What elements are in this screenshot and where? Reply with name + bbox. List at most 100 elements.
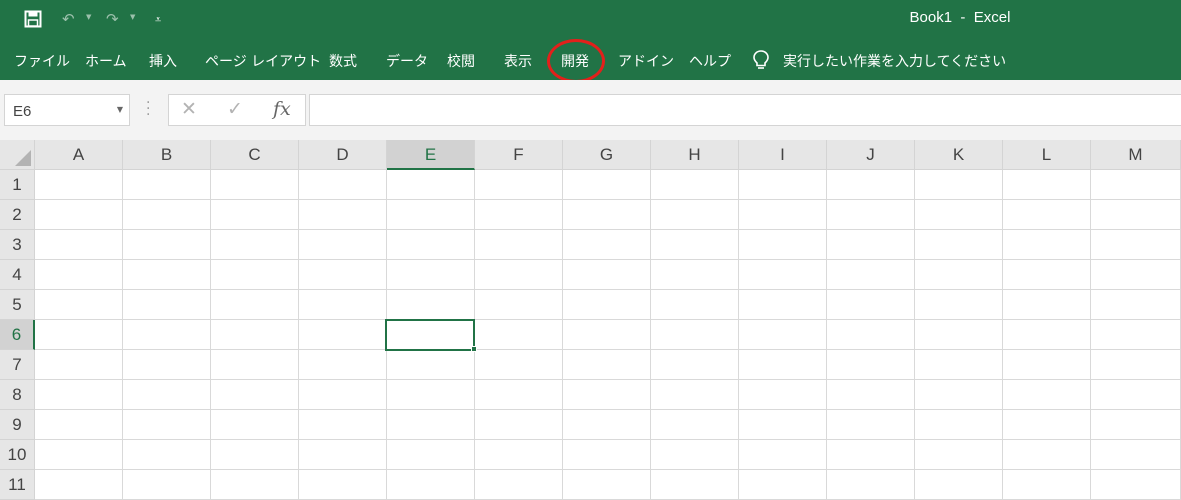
cell-l5[interactable] — [1003, 290, 1091, 320]
cell-b10[interactable] — [123, 440, 211, 470]
cell-j7[interactable] — [827, 350, 915, 380]
redo-icon[interactable]: ↷ — [106, 8, 119, 30]
cell-l11[interactable] — [1003, 470, 1091, 500]
cell-e9[interactable] — [387, 410, 475, 440]
cell-a2[interactable] — [35, 200, 123, 230]
cell-m4[interactable] — [1091, 260, 1181, 290]
tell-me-box[interactable]: 実行したい作業を入力してください — [783, 51, 1006, 71]
row-header-9[interactable]: 9 — [0, 410, 35, 440]
cell-h8[interactable] — [651, 380, 739, 410]
cell-b1[interactable] — [123, 170, 211, 200]
formula-input[interactable] — [309, 94, 1181, 126]
cell-e5[interactable] — [387, 290, 475, 320]
cell-h6[interactable] — [651, 320, 739, 350]
cell-b6[interactable] — [123, 320, 211, 350]
cell-e3[interactable] — [387, 230, 475, 260]
cell-a8[interactable] — [35, 380, 123, 410]
cell-h1[interactable] — [651, 170, 739, 200]
cell-g4[interactable] — [563, 260, 651, 290]
cell-k7[interactable] — [915, 350, 1003, 380]
cell-l10[interactable] — [1003, 440, 1091, 470]
cell-a4[interactable] — [35, 260, 123, 290]
cell-m2[interactable] — [1091, 200, 1181, 230]
cell-m1[interactable] — [1091, 170, 1181, 200]
cell-e4[interactable] — [387, 260, 475, 290]
cell-c1[interactable] — [211, 170, 299, 200]
enter-icon[interactable]: ✓ — [227, 98, 243, 120]
cell-f5[interactable] — [475, 290, 563, 320]
column-header-l[interactable]: L — [1003, 140, 1091, 170]
select-all-button[interactable] — [0, 140, 35, 170]
tab-insert[interactable]: 挿入 — [149, 51, 177, 71]
row-header-11[interactable]: 11 — [0, 470, 35, 500]
cell-a3[interactable] — [35, 230, 123, 260]
cell-d11[interactable] — [299, 470, 387, 500]
cell-j1[interactable] — [827, 170, 915, 200]
name-box[interactable]: E6 ▼ — [4, 94, 130, 126]
column-header-j[interactable]: J — [827, 140, 915, 170]
row-header-1[interactable]: 1 — [0, 170, 35, 200]
tab-page-layout[interactable]: ページ レイアウト — [205, 51, 321, 71]
column-header-b[interactable]: B — [123, 140, 211, 170]
active-cell-border[interactable] — [385, 319, 475, 351]
cell-b3[interactable] — [123, 230, 211, 260]
save-icon[interactable] — [24, 8, 42, 34]
cell-i2[interactable] — [739, 200, 827, 230]
cell-g11[interactable] — [563, 470, 651, 500]
tab-file[interactable]: ファイル — [14, 51, 70, 71]
cell-j10[interactable] — [827, 440, 915, 470]
cell-j2[interactable] — [827, 200, 915, 230]
cell-g2[interactable] — [563, 200, 651, 230]
cell-j3[interactable] — [827, 230, 915, 260]
tab-addins[interactable]: アドイン — [618, 51, 674, 71]
cell-e10[interactable] — [387, 440, 475, 470]
cell-i6[interactable] — [739, 320, 827, 350]
cell-l3[interactable] — [1003, 230, 1091, 260]
cell-f4[interactable] — [475, 260, 563, 290]
cell-g6[interactable] — [563, 320, 651, 350]
cell-c4[interactable] — [211, 260, 299, 290]
cell-k9[interactable] — [915, 410, 1003, 440]
cell-d2[interactable] — [299, 200, 387, 230]
cell-h10[interactable] — [651, 440, 739, 470]
cell-i8[interactable] — [739, 380, 827, 410]
cell-m7[interactable] — [1091, 350, 1181, 380]
cell-a1[interactable] — [35, 170, 123, 200]
tab-help[interactable]: ヘルプ — [689, 51, 731, 71]
cell-f7[interactable] — [475, 350, 563, 380]
cell-l9[interactable] — [1003, 410, 1091, 440]
row-header-2[interactable]: 2 — [0, 200, 35, 230]
cell-g10[interactable] — [563, 440, 651, 470]
cell-a7[interactable] — [35, 350, 123, 380]
cell-i4[interactable] — [739, 260, 827, 290]
cell-i5[interactable] — [739, 290, 827, 320]
cell-m3[interactable] — [1091, 230, 1181, 260]
cell-h9[interactable] — [651, 410, 739, 440]
cell-k5[interactable] — [915, 290, 1003, 320]
cell-g5[interactable] — [563, 290, 651, 320]
row-header-6[interactable]: 6 — [0, 320, 35, 350]
cell-k10[interactable] — [915, 440, 1003, 470]
cell-d5[interactable] — [299, 290, 387, 320]
cell-d4[interactable] — [299, 260, 387, 290]
cell-b4[interactable] — [123, 260, 211, 290]
cell-l1[interactable] — [1003, 170, 1091, 200]
cell-a6[interactable] — [35, 320, 123, 350]
tab-developer[interactable]: 開発 — [561, 51, 589, 71]
redo-dropdown-icon[interactable]: ▼ — [130, 13, 135, 21]
cell-i11[interactable] — [739, 470, 827, 500]
column-header-k[interactable]: K — [915, 140, 1003, 170]
column-header-m[interactable]: M — [1091, 140, 1181, 170]
cell-g9[interactable] — [563, 410, 651, 440]
cell-f6[interactable] — [475, 320, 563, 350]
cell-l6[interactable] — [1003, 320, 1091, 350]
cell-i7[interactable] — [739, 350, 827, 380]
cell-b11[interactable] — [123, 470, 211, 500]
cell-g3[interactable] — [563, 230, 651, 260]
cell-d6[interactable] — [299, 320, 387, 350]
cell-i1[interactable] — [739, 170, 827, 200]
cell-h2[interactable] — [651, 200, 739, 230]
column-header-d[interactable]: D — [299, 140, 387, 170]
row-header-5[interactable]: 5 — [0, 290, 35, 320]
resize-grip-icon[interactable]: · · · — [146, 96, 150, 122]
